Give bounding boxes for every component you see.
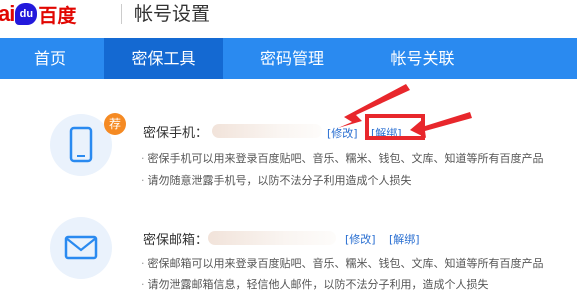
- phone-desc-1: · 密保手机可以用来登录百度贴吧、音乐、糯米、钱包、文库、知道等所有百度产品: [141, 150, 544, 166]
- header-divider: [121, 4, 122, 24]
- phone-label: 密保手机：: [143, 126, 209, 141]
- bullet: ·: [141, 257, 145, 270]
- email-desc-1: · 密保邮箱可以用来登录百度贴吧、音乐、糯米、钱包、文库、知道等所有百度产品: [141, 255, 544, 271]
- mail-icon-circle: [50, 217, 112, 279]
- email-unbind-link[interactable]: [解绑]: [389, 231, 420, 247]
- logo-text-baidu: 百度: [38, 4, 77, 27]
- annotation-highlight-box: [365, 114, 425, 140]
- email-desc-1-text: 密保邮箱可以用来登录百度贴吧、音乐、糯米、钱包、文库、知道等所有百度产品: [147, 257, 544, 270]
- main-nav: 首页 密保工具 密码管理 帐号关联: [0, 38, 577, 79]
- phone-desc-1-text: 密保手机可以用来登录百度贴吧、音乐、糯米、钱包、文库、知道等所有百度产品: [147, 152, 544, 165]
- email-modify-link[interactable]: [修改]: [345, 231, 376, 247]
- nav-item-account-linking[interactable]: 帐号关联: [365, 38, 480, 79]
- bullet: ·: [141, 278, 145, 291]
- email-label: 密保邮箱：: [143, 233, 209, 248]
- nav-item-security-tools[interactable]: 密保工具: [104, 38, 223, 79]
- bullet: ·: [141, 174, 145, 187]
- nav-item-home[interactable]: 首页: [0, 38, 100, 79]
- logo-paw-du: du: [15, 3, 38, 25]
- mail-icon: [64, 235, 98, 260]
- bullet: ·: [141, 152, 145, 165]
- phone-modify-link[interactable]: [修改]: [327, 125, 358, 141]
- page-title: 帐号设置: [134, 3, 211, 25]
- phone-icon: [69, 126, 93, 163]
- phone-desc-2: · 请勿随意泄露手机号，以防不法分子利用造成个人损失: [141, 172, 412, 188]
- logo-text-ai: ai: [0, 1, 15, 26]
- phone-desc-2-text: 请勿随意泄露手机号，以防不法分子利用造成个人损失: [147, 174, 412, 187]
- email-value-masked: [208, 231, 336, 245]
- email-desc-2-text: 请勿泄露邮箱信息，轻信他人邮件，以防不法分子利用，造成个人损失: [147, 278, 489, 291]
- baidu-logo[interactable]: ai du 百度: [0, 1, 77, 27]
- phone-icon-circle: [50, 114, 112, 176]
- nav-item-password-management[interactable]: 密码管理: [235, 38, 349, 79]
- header: ai du 百度 帐号设置: [0, 0, 577, 38]
- phone-value-masked: [212, 124, 322, 138]
- email-desc-2: · 请勿泄露邮箱信息，轻信他人邮件，以防不法分子利用，造成个人损失: [141, 276, 489, 292]
- recommended-badge: 荐: [104, 113, 126, 135]
